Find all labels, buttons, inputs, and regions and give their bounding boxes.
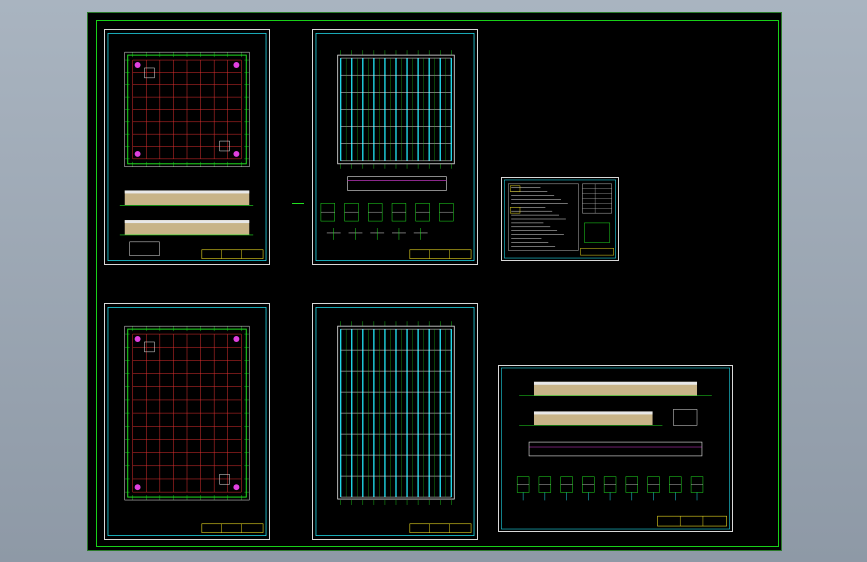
structural-grid — [124, 52, 250, 167]
floor-plan-bottom-drawing — [107, 306, 267, 537]
sheet-notes-table[interactable] — [501, 177, 619, 261]
structural-grid — [124, 326, 250, 501]
general-notes-text — [509, 185, 568, 247]
roof-plan-bottom-drawing — [315, 306, 475, 537]
elevations-drawing — [501, 367, 730, 530]
roof-purlin-grid — [339, 321, 453, 505]
sheet-roof-plan-top[interactable] — [312, 29, 478, 265]
connection-details — [320, 203, 454, 240]
roof-plan-top-drawing — [315, 32, 475, 262]
sheet-roof-plan-bottom[interactable] — [312, 303, 478, 540]
floor-plan-top-drawing — [107, 32, 267, 262]
sheet-elevations[interactable] — [498, 365, 733, 532]
sheet-floor-plan-bottom[interactable] — [104, 303, 270, 540]
section-details — [516, 476, 704, 501]
roof-purlin-grid — [339, 50, 453, 169]
notes-table-drawing — [504, 179, 616, 259]
leader-line — [292, 203, 304, 204]
material-table — [582, 183, 612, 214]
sheet-floor-plan-top[interactable] — [104, 29, 270, 265]
model-space-canvas[interactable] — [87, 12, 782, 551]
